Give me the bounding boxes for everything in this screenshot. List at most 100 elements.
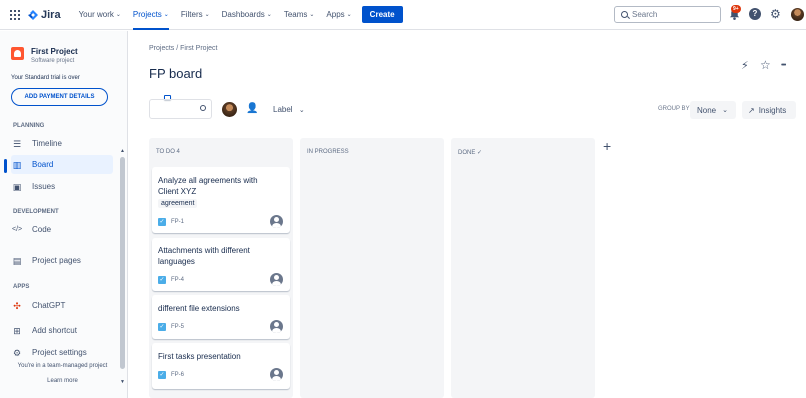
sidebar-item-label: Add shortcut: [32, 326, 77, 335]
nav-projects[interactable]: Projects ⌄: [132, 0, 169, 30]
assignee-avatar-filter[interactable]: [221, 101, 238, 118]
story-checkbox-icon: ✓: [158, 276, 166, 284]
sidebar-item-timeline[interactable]: ☰ Timeline: [11, 134, 113, 153]
learn-more-link[interactable]: Learn more: [0, 378, 125, 384]
story-checkbox-icon: ✓: [158, 323, 166, 331]
search-placeholder: Search: [632, 10, 658, 19]
unassigned-avatar-icon[interactable]: [270, 273, 283, 286]
story-checkbox-icon: ✓: [158, 371, 166, 379]
sidebar: First Project Software project Your Stan…: [0, 31, 171, 398]
group-by-select[interactable]: None ⌄: [690, 101, 736, 119]
sidebar-item-label: ChatGPT: [32, 301, 66, 310]
nav-filters[interactable]: Filters ⌄: [181, 0, 210, 30]
issue-key[interactable]: FP-5: [171, 324, 184, 330]
more-icon[interactable]: •••: [781, 62, 786, 69]
sidebar-item-label: Issues: [32, 182, 56, 191]
trial-notice: Your Standard trial is over: [11, 75, 80, 81]
jira-logo-icon: [28, 9, 38, 20]
issues-icon: ▣: [12, 181, 22, 192]
nav-your-work[interactable]: Your work ⌄: [79, 0, 121, 30]
sidebar-item-project-pages[interactable]: ▤ Project pages: [11, 251, 113, 270]
breadcrumb[interactable]: Projects / First Project: [149, 45, 217, 52]
sidebar-item-board[interactable]: ▥ Board: [11, 155, 113, 174]
insights-button[interactable]: ↗ Insights: [742, 101, 796, 119]
jira-logo[interactable]: Jira: [28, 9, 61, 21]
sidebar-item-label: Project settings: [32, 348, 87, 357]
issue-key[interactable]: FP-6: [171, 372, 184, 378]
sidebar-item-label: Board: [32, 160, 54, 169]
chevron-down-icon: ⌄: [266, 12, 272, 18]
board-icon: ▥: [12, 159, 22, 170]
search-icon: [621, 11, 628, 18]
issue-card[interactable]: Analyze all agreements with Client XYZ a…: [152, 167, 290, 233]
team-managed-notice: You're in a team-managed project: [17, 363, 108, 369]
project-type: Software project: [31, 58, 75, 64]
unassigned-avatar-icon[interactable]: [270, 215, 283, 228]
board-search-input[interactable]: [149, 99, 212, 119]
timeline-icon: ☰: [12, 138, 22, 149]
nav-label: Filters: [180, 10, 203, 19]
sidebar-item-issues[interactable]: ▣ Issues: [11, 177, 113, 196]
column-title: TO DO 4: [156, 149, 180, 155]
sidebar-item-chatgpt[interactable]: ✣ ChatGPT: [11, 296, 113, 315]
nav-label: Your work: [78, 10, 114, 19]
apps-section-label: APPS: [13, 284, 30, 290]
help-icon[interactable]: ?: [749, 8, 761, 20]
page-title: FP board: [149, 66, 203, 81]
story-checkbox-icon: ✓: [158, 218, 166, 226]
nav-teams[interactable]: Teams ⌄: [284, 0, 315, 30]
issue-card[interactable]: First tasks presentation ✓ FP-6: [152, 343, 290, 389]
nav-label: Teams: [283, 10, 308, 19]
label-filter-dropdown[interactable]: Label ⌄: [273, 105, 305, 114]
automation-icon[interactable]: ⚡: [741, 59, 749, 72]
active-indicator: [4, 159, 7, 173]
app-switcher-icon[interactable]: [10, 9, 20, 20]
group-by-label: GROUP BY: [658, 106, 690, 112]
chatgpt-icon: ✣: [13, 300, 21, 311]
logo-text: Jira: [41, 8, 61, 21]
chevron-down-icon: ⌄: [346, 12, 352, 18]
sidebar-item-label: Code: [32, 225, 52, 234]
chevron-down-icon: ⌄: [298, 107, 305, 114]
settings-gear-icon[interactable]: ⚙: [770, 8, 783, 21]
card-title: First tasks presentation: [158, 352, 241, 361]
create-button[interactable]: Create: [361, 6, 403, 23]
column-title: IN PROGRESS: [307, 149, 349, 155]
sidebar-item-add-shortcut[interactable]: ⊞ Add shortcut: [11, 321, 113, 340]
pages-icon: ▤: [12, 255, 22, 266]
project-name[interactable]: First Project: [31, 47, 78, 56]
group-by-value: None: [697, 105, 717, 115]
chevron-down-icon: ⌄: [722, 107, 728, 114]
nav-label: Apps: [326, 10, 345, 19]
add-people-icon[interactable]: 👤: [246, 103, 258, 114]
code-icon: </>: [12, 225, 23, 233]
issue-card[interactable]: Attachments with different languages ✓ F…: [152, 238, 290, 291]
scroll-up-arrow[interactable]: ▲: [120, 148, 125, 154]
insights-icon: ↗: [748, 105, 755, 115]
nav-dashboards[interactable]: Dashboards ⌄: [222, 0, 272, 30]
add-column-button[interactable]: +: [603, 138, 611, 154]
nav-apps[interactable]: Apps ⌄: [326, 0, 351, 30]
sidebar-item-project-settings[interactable]: ⚙ Project settings: [11, 343, 113, 362]
chevron-down-icon: ⌄: [309, 12, 315, 18]
chevron-down-icon: ⌄: [204, 12, 210, 18]
search-input[interactable]: Search: [614, 6, 721, 23]
add-payment-details-button[interactable]: ADD PAYMENT DETAILS: [11, 88, 171, 106]
unassigned-avatar-icon[interactable]: [270, 320, 283, 333]
payment-button-label: ADD PAYMENT DETAILS: [24, 94, 95, 100]
planning-section-label: PLANNING: [13, 123, 45, 129]
sidebar-scrollbar[interactable]: [120, 157, 125, 369]
column-title: DONE ✓: [458, 150, 483, 156]
unassigned-avatar-icon[interactable]: [270, 368, 283, 381]
issue-key[interactable]: FP-4: [171, 277, 184, 283]
issue-card[interactable]: different file extensions ✓ FP-5: [152, 295, 290, 339]
column-in-progress: IN PROGRESS: [300, 138, 444, 398]
star-icon[interactable]: ☆: [760, 58, 771, 72]
issue-key[interactable]: FP-1: [171, 219, 184, 225]
sidebar-item-code[interactable]: </> Code: [11, 220, 113, 239]
label-tag: agreement: [158, 199, 198, 208]
sidebar-item-label: Timeline: [32, 139, 62, 148]
chevron-down-icon: ⌄: [163, 12, 169, 18]
user-avatar[interactable]: [791, 8, 804, 21]
search-icon: [200, 105, 206, 111]
